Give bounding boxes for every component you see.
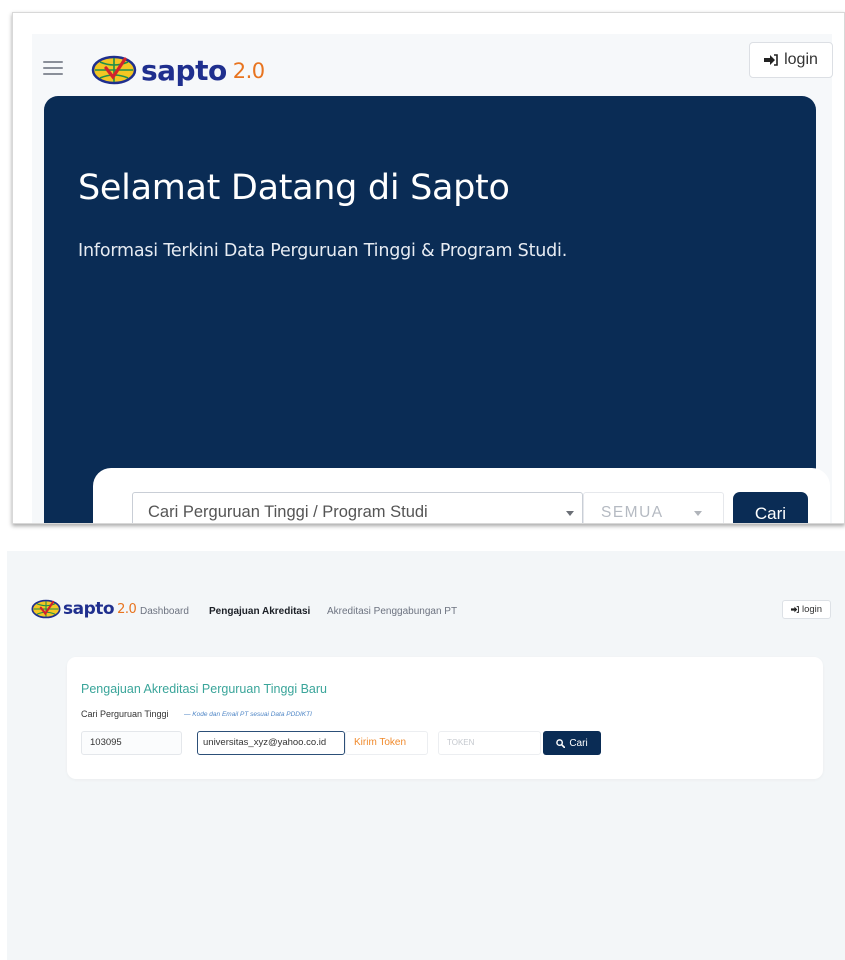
nav-akreditasi-penggabungan[interactable]: Akreditasi Penggabungan PT bbox=[327, 606, 457, 617]
sapto-logo[interactable]: sapto 2.0 bbox=[91, 50, 265, 90]
search-button[interactable]: Cari bbox=[543, 731, 601, 755]
accreditation-screenshot: sapto 2.0 Dashboard Pengajuan Akreditasi… bbox=[7, 551, 845, 960]
search-institution-label: Cari Perguruan Tinggi bbox=[81, 709, 169, 719]
category-filter-select[interactable]: SEMUA bbox=[583, 492, 724, 523]
login-label: login bbox=[801, 604, 823, 615]
nav-pengajuan-akreditasi[interactable]: Pengajuan Akreditasi bbox=[209, 606, 310, 617]
sign-in-icon bbox=[764, 54, 778, 66]
login-button[interactable]: login bbox=[749, 42, 833, 78]
search-button-label: Cari bbox=[569, 737, 588, 749]
token-input[interactable]: TOKEN bbox=[438, 731, 541, 755]
send-token-button[interactable]: Kirim Token bbox=[345, 731, 428, 755]
brand-version: 2.0 bbox=[117, 601, 137, 617]
hamburger-menu-icon[interactable] bbox=[43, 59, 63, 77]
chevron-down-icon bbox=[566, 511, 574, 516]
institution-email-input[interactable]: universitas_xyz@yahoo.co.id bbox=[197, 731, 345, 755]
chevron-down-icon bbox=[694, 511, 702, 516]
login-button[interactable]: login bbox=[782, 600, 831, 619]
search-icon bbox=[556, 738, 566, 748]
filter-value: SEMUA bbox=[601, 504, 664, 521]
search-card: Cari Perguruan Tinggi / Program Studi SE… bbox=[93, 468, 830, 523]
sign-in-icon bbox=[790, 606, 799, 613]
login-label: login bbox=[784, 51, 818, 68]
search-placeholder: Cari Perguruan Tinggi / Program Studi bbox=[148, 503, 428, 521]
globe-check-logo-icon bbox=[91, 55, 137, 85]
nav-dashboard[interactable]: Dashboard bbox=[140, 606, 189, 617]
hero-subtitle: Informasi Terkini Data Perguruan Tinggi … bbox=[78, 241, 568, 261]
homepage-screenshot: sapto 2.0 login Selamat Datang di Sapto … bbox=[12, 12, 845, 524]
search-institution-select[interactable]: Cari Perguruan Tinggi / Program Studi bbox=[132, 492, 583, 523]
brand-name: sapto bbox=[141, 53, 227, 87]
accreditation-form-card: Pengajuan Akreditasi Perguruan Tinggi Ba… bbox=[67, 657, 823, 779]
field-hint: — Kode dan Email PT sesuai Data PDDIKTI bbox=[184, 711, 312, 718]
search-button[interactable]: Cari bbox=[733, 492, 808, 523]
brand-version: 2.0 bbox=[232, 59, 265, 83]
sapto-logo[interactable]: sapto 2.0 bbox=[31, 599, 137, 619]
institution-code-input[interactable]: 103095 bbox=[81, 731, 182, 755]
form-title: Pengajuan Akreditasi Perguruan Tinggi Ba… bbox=[81, 682, 327, 696]
hero-banner: Selamat Datang di Sapto Informasi Terkin… bbox=[44, 96, 830, 523]
brand-name: sapto bbox=[63, 599, 115, 619]
globe-check-logo-icon bbox=[31, 599, 61, 619]
hero-title: Selamat Datang di Sapto bbox=[78, 168, 510, 208]
